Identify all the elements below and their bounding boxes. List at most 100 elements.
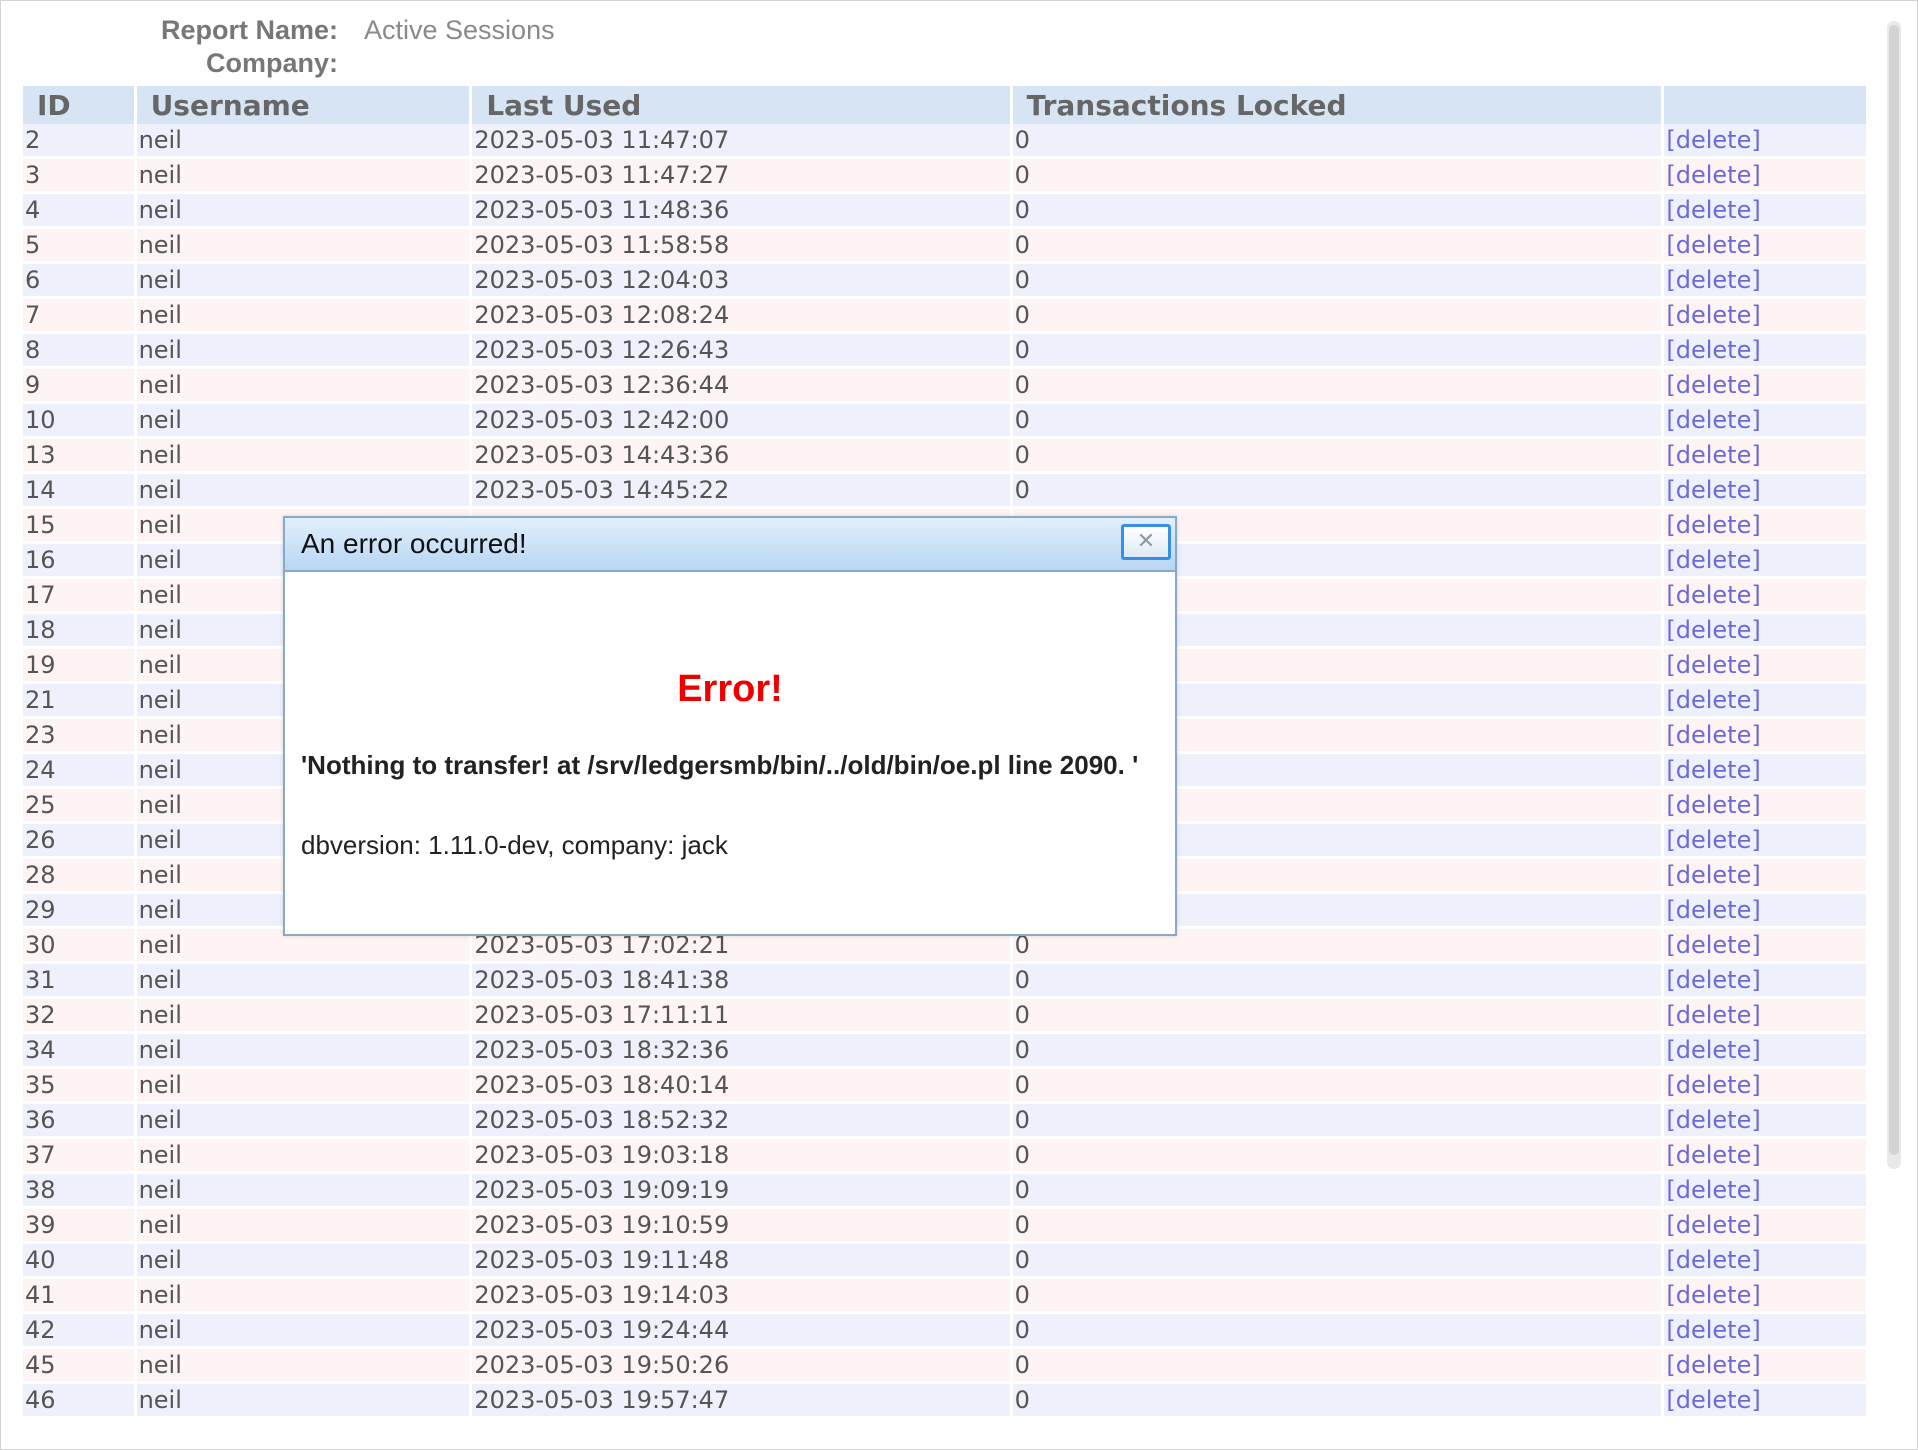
cell-id: 10 xyxy=(23,404,134,439)
cell-username: neil xyxy=(136,369,470,404)
delete-link[interactable]: [delete] xyxy=(1666,1036,1760,1064)
delete-link[interactable]: [delete] xyxy=(1666,931,1760,959)
table-row: 31 neil 2023-05-03 18:41:38 0 [delete] xyxy=(23,964,1866,999)
table-row: 6 neil 2023-05-03 12:04:03 0 [delete] xyxy=(23,264,1866,299)
column-header-last-used[interactable]: Last Used xyxy=(472,86,1010,124)
delete-link[interactable]: [delete] xyxy=(1666,266,1760,294)
cell-actions: [delete] xyxy=(1664,824,1866,859)
cell-transactions-locked: 0 xyxy=(1012,1209,1662,1244)
cell-transactions-locked: 0 xyxy=(1012,159,1662,194)
cell-actions: [delete] xyxy=(1664,1034,1866,1069)
cell-actions: [delete] xyxy=(1664,194,1866,229)
table-row: 3 neil 2023-05-03 11:47:27 0 [delete] xyxy=(23,159,1866,194)
delete-link[interactable]: [delete] xyxy=(1666,686,1760,714)
cell-id: 3 xyxy=(23,159,134,194)
delete-link[interactable]: [delete] xyxy=(1666,1211,1760,1239)
delete-link[interactable]: [delete] xyxy=(1666,371,1760,399)
delete-link[interactable]: [delete] xyxy=(1666,546,1760,574)
cell-username: neil xyxy=(136,264,470,299)
column-header-transactions-locked[interactable]: Transactions Locked xyxy=(1012,86,1662,124)
cell-last-used: 2023-05-03 12:04:03 xyxy=(472,264,1010,299)
delete-link[interactable]: [delete] xyxy=(1666,1176,1760,1204)
column-header-id[interactable]: ID xyxy=(23,86,134,124)
table-row: 2 neil 2023-05-03 11:47:07 0 [delete] xyxy=(23,124,1866,159)
vertical-scrollbar[interactable] xyxy=(1887,21,1901,1169)
report-name-label: Report Name: xyxy=(160,15,338,45)
delete-link[interactable]: [delete] xyxy=(1666,1001,1760,1029)
delete-link[interactable]: [delete] xyxy=(1666,966,1760,994)
delete-link[interactable]: [delete] xyxy=(1666,231,1760,259)
cell-id: 37 xyxy=(23,1139,134,1174)
cell-transactions-locked: 0 xyxy=(1012,404,1662,439)
delete-link[interactable]: [delete] xyxy=(1666,1351,1760,1379)
delete-link[interactable]: [delete] xyxy=(1666,161,1760,189)
delete-link[interactable]: [delete] xyxy=(1666,441,1760,469)
table-row: 34 neil 2023-05-03 18:32:36 0 [delete] xyxy=(23,1034,1866,1069)
table-row: 40 neil 2023-05-03 19:11:48 0 [delete] xyxy=(23,1244,1866,1279)
error-dialog: An error occurred! ✕ Error! 'Nothing to … xyxy=(283,516,1177,936)
delete-link[interactable]: [delete] xyxy=(1666,826,1760,854)
cell-last-used: 2023-05-03 12:42:00 xyxy=(472,404,1010,439)
delete-link[interactable]: [delete] xyxy=(1666,756,1760,784)
delete-link[interactable]: [delete] xyxy=(1666,1281,1760,1309)
cell-actions: [delete] xyxy=(1664,614,1866,649)
cell-transactions-locked: 0 xyxy=(1012,999,1662,1034)
cell-actions: [delete] xyxy=(1664,894,1866,929)
delete-link[interactable]: [delete] xyxy=(1666,651,1760,679)
delete-link[interactable]: [delete] xyxy=(1666,1071,1760,1099)
cell-transactions-locked: 0 xyxy=(1012,964,1662,999)
delete-link[interactable]: [delete] xyxy=(1666,406,1760,434)
error-heading: Error! xyxy=(677,668,783,710)
delete-link[interactable]: [delete] xyxy=(1666,616,1760,644)
cell-id: 17 xyxy=(23,579,134,614)
delete-link[interactable]: [delete] xyxy=(1666,896,1760,924)
delete-link[interactable]: [delete] xyxy=(1666,196,1760,224)
delete-link[interactable]: [delete] xyxy=(1666,301,1760,329)
cell-actions: [delete] xyxy=(1664,1349,1866,1384)
cell-id: 28 xyxy=(23,859,134,894)
cell-last-used: 2023-05-03 19:03:18 xyxy=(472,1139,1010,1174)
delete-link[interactable]: [delete] xyxy=(1666,861,1760,889)
cell-username: neil xyxy=(136,1384,470,1419)
delete-link[interactable]: [delete] xyxy=(1666,1106,1760,1134)
cell-last-used: 2023-05-03 18:32:36 xyxy=(472,1034,1010,1069)
cell-id: 36 xyxy=(23,1104,134,1139)
cell-actions: [delete] xyxy=(1664,684,1866,719)
cell-username: neil xyxy=(136,229,470,264)
delete-link[interactable]: [delete] xyxy=(1666,791,1760,819)
delete-link[interactable]: [delete] xyxy=(1666,721,1760,749)
cell-transactions-locked: 0 xyxy=(1012,1349,1662,1384)
delete-link[interactable]: [delete] xyxy=(1666,1246,1760,1274)
cell-last-used: 2023-05-03 14:45:22 xyxy=(472,474,1010,509)
cell-actions: [delete] xyxy=(1664,474,1866,509)
delete-link[interactable]: [delete] xyxy=(1666,581,1760,609)
delete-link[interactable]: [delete] xyxy=(1666,126,1760,154)
cell-username: neil xyxy=(136,439,470,474)
delete-link[interactable]: [delete] xyxy=(1666,1386,1760,1414)
cell-transactions-locked: 0 xyxy=(1012,124,1662,159)
cell-username: neil xyxy=(136,124,470,159)
cell-username: neil xyxy=(136,1139,470,1174)
cell-actions: [delete] xyxy=(1664,1279,1866,1314)
cell-id: 19 xyxy=(23,649,134,684)
table-row: 5 neil 2023-05-03 11:58:58 0 [delete] xyxy=(23,229,1866,264)
delete-link[interactable]: [delete] xyxy=(1666,476,1760,504)
cell-actions: [delete] xyxy=(1664,1384,1866,1419)
cell-username: neil xyxy=(136,1174,470,1209)
cell-transactions-locked: 0 xyxy=(1012,1104,1662,1139)
dialog-close-button[interactable]: ✕ xyxy=(1121,524,1171,560)
delete-link[interactable]: [delete] xyxy=(1666,511,1760,539)
cell-username: neil xyxy=(136,159,470,194)
cell-last-used: 2023-05-03 19:14:03 xyxy=(472,1279,1010,1314)
table-row: 46 neil 2023-05-03 19:57:47 0 [delete] xyxy=(23,1384,1866,1419)
delete-link[interactable]: [delete] xyxy=(1666,1316,1760,1344)
error-details: dbversion: 1.11.0-dev, company: jack xyxy=(301,830,728,860)
cell-id: 46 xyxy=(23,1384,134,1419)
column-header-username[interactable]: Username xyxy=(136,86,470,124)
delete-link[interactable]: [delete] xyxy=(1666,336,1760,364)
cell-id: 39 xyxy=(23,1209,134,1244)
scrollbar-thumb[interactable] xyxy=(1889,25,1899,1155)
cell-username: neil xyxy=(136,964,470,999)
delete-link[interactable]: [delete] xyxy=(1666,1141,1760,1169)
dialog-title-bar[interactable]: An error occurred! ✕ xyxy=(285,518,1175,572)
